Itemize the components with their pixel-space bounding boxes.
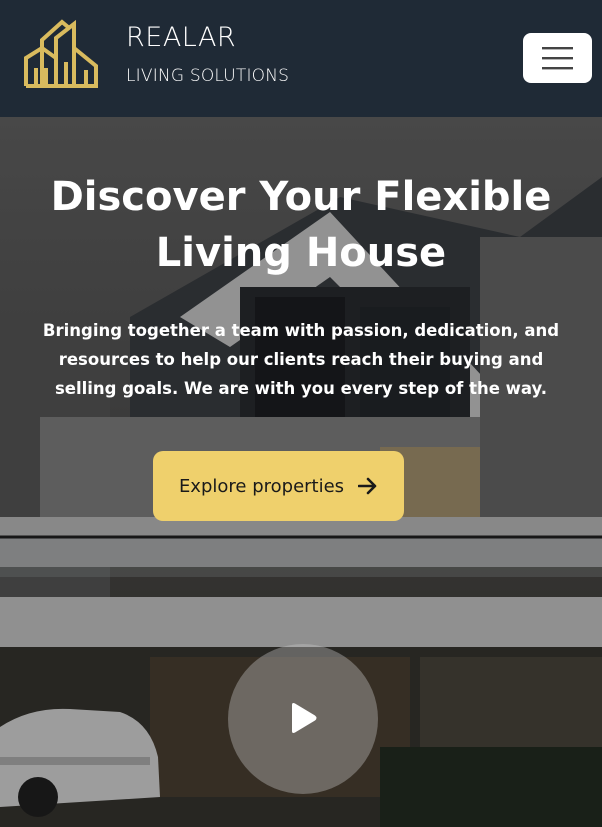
- hero-section: Discover Your Flexible Living House Brin…: [0, 117, 602, 827]
- building-outline-icon[interactable]: [22, 18, 100, 90]
- brand-name[interactable]: REALAR: [126, 22, 236, 53]
- hero-description: Bringing together a team with passion, d…: [42, 321, 560, 398]
- hero-title: Discover Your Flexible Living House: [20, 169, 582, 281]
- menu-toggle-button[interactable]: [523, 33, 592, 83]
- explore-properties-button[interactable]: Explore properties: [153, 451, 404, 521]
- hero-title-line: Discover Your Flexible: [50, 174, 552, 220]
- navbar: REALAR LIVING SOLUTIONS: [0, 0, 602, 117]
- explore-properties-label: Explore properties: [178, 475, 345, 497]
- play-icon: [292, 703, 317, 733]
- arrow-right-icon: [358, 477, 377, 495]
- play-video-button[interactable]: [228, 644, 378, 794]
- brand-tagline: LIVING SOLUTIONS: [126, 66, 290, 86]
- hamburger-menu-icon: [542, 47, 573, 70]
- hero-title-line: Living House: [155, 230, 447, 276]
